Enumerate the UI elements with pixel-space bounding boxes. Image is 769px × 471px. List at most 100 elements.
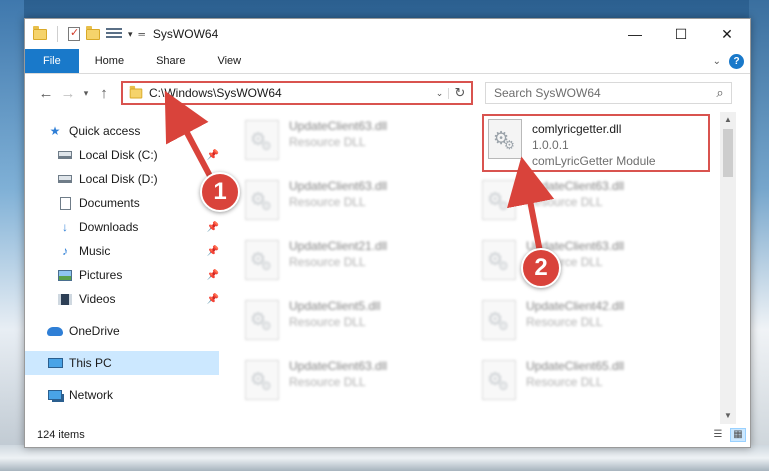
search-box[interactable]: ⌕ — [485, 82, 732, 104]
sidebar-item-music[interactable]: ♪ Music 📌 — [25, 239, 219, 263]
tab-home[interactable]: Home — [79, 49, 140, 73]
file-name: UpdateClient63.dll — [289, 359, 388, 373]
file-item[interactable]: UpdateClient63.dll Resource DLL — [245, 356, 477, 412]
scrollbar-thumb[interactable] — [723, 129, 733, 177]
file-item[interactable]: UpdateClient63.dllResource DLL — [245, 176, 477, 232]
file-type: Resource DLL — [289, 315, 366, 329]
sidebar-item-downloads[interactable]: ↓ Downloads 📌 — [25, 215, 219, 239]
file-name: UpdateClient63.dll — [289, 119, 388, 133]
file-name: UpdateClient42.dll — [526, 299, 625, 313]
item-count: 124 items — [37, 428, 85, 441]
file-version: 1.0.0.1 — [532, 138, 569, 152]
pin-icon: 📌 — [206, 149, 219, 161]
file-item[interactable]: UpdateClient5.dll Resource DLL — [245, 296, 477, 352]
help-button[interactable]: ⌄ ? — [713, 49, 744, 73]
sidebar-item-label: OneDrive — [69, 324, 120, 338]
sidebar-item-label: This PC — [69, 356, 112, 370]
search-icon[interactable]: ⌕ — [709, 85, 731, 101]
file-name: UpdateClient21.dll — [289, 239, 388, 253]
file-name: UpdateClient63.dll — [526, 179, 625, 193]
window-controls: — ☐ ✕ — [612, 19, 750, 49]
file-type: Resource DLL — [289, 375, 366, 389]
maximize-button[interactable]: ☐ — [658, 19, 704, 49]
sidebar-item-documents[interactable]: Documents 📌 — [25, 191, 219, 215]
dll-file-icon — [245, 180, 279, 220]
callout-badge-2: 2 — [521, 248, 561, 288]
sidebar-item-label: Local Disk (D:) — [79, 172, 158, 186]
file-name: UpdateClient65.dll — [526, 359, 625, 373]
file-item[interactable]: UpdateClient42.dll Resource DLL — [482, 296, 714, 352]
chevron-down-icon[interactable]: ▾ — [128, 29, 133, 40]
file-item[interactable]: UpdateClient63.dllResource DLL — [482, 176, 714, 232]
folder-icon — [129, 85, 143, 98]
properties-icon[interactable] — [68, 26, 80, 41]
close-button[interactable]: ✕ — [704, 19, 750, 49]
search-input[interactable] — [486, 86, 709, 100]
sidebar-item-local-disk-c[interactable]: Local Disk (C:) 📌 — [25, 143, 219, 167]
up-button[interactable]: ↑ — [93, 85, 115, 102]
sidebar-item-label: Pictures — [79, 268, 123, 282]
sidebar-item-videos[interactable]: Videos 📌 — [25, 287, 219, 311]
customize-toolbar-icon[interactable]: ═ — [139, 29, 145, 39]
sidebar-item-label: Quick access — [69, 124, 141, 138]
tiles-view-icon[interactable]: ▦ — [730, 427, 746, 442]
dll-file-icon — [482, 240, 516, 280]
file-type: Resource DLL — [526, 375, 603, 389]
minimize-button[interactable]: — — [612, 19, 658, 49]
title-bar: ▾ ═ SysWOW64 — ☐ ✕ — [25, 19, 750, 49]
sidebar-item-quick-access[interactable]: ★ Quick access — [25, 119, 219, 143]
sidebar-item-this-pc[interactable]: This PC — [25, 351, 219, 375]
status-bar: 124 items ☰ ▦ — [25, 422, 752, 447]
file-type: Resource DLL — [289, 195, 366, 209]
dll-file-icon — [245, 240, 279, 280]
file-item[interactable]: UpdateClient65.dll Resource DLL — [482, 356, 714, 412]
sidebar-item-local-disk-d[interactable]: Local Disk (D:) — [25, 167, 219, 191]
sidebar-item-label: Videos — [79, 292, 116, 306]
recent-locations-button[interactable]: ▾ — [79, 88, 93, 99]
folder-icon — [33, 25, 47, 40]
sidebar-item-onedrive[interactable]: OneDrive — [25, 319, 219, 343]
tab-share[interactable]: Share — [140, 49, 201, 73]
details-view-icon[interactable]: ☰ — [710, 428, 726, 442]
sidebar-item-network[interactable]: Network — [25, 383, 219, 407]
new-folder-icon[interactable] — [86, 25, 100, 40]
view-switcher: ☰ ▦ — [710, 427, 746, 442]
file-description: comLyricGetter Module — [532, 154, 656, 168]
documents-icon — [57, 196, 73, 210]
pin-icon: 📌 — [206, 269, 219, 281]
window-title: SysWOW64 — [152, 27, 219, 41]
file-item[interactable]: UpdateClient63.dllResource DLL — [482, 236, 714, 292]
sidebar-item-pictures[interactable]: Pictures 📌 — [25, 263, 219, 287]
back-button[interactable]: ← — [35, 85, 57, 102]
file-name: UpdateClient5.dll — [289, 299, 381, 313]
file-item-comlyricgetter[interactable]: comlyricgetter.dll 1.0.0.1 comLyricGette… — [482, 114, 710, 172]
address-path[interactable]: C:\Windows\SysWOW64 — [149, 86, 431, 100]
refresh-icon[interactable]: ↻ — [449, 85, 471, 101]
navigation-pane: ★ Quick access Local Disk (C:) 📌 Local D… — [25, 112, 219, 424]
dll-file-icon — [245, 360, 279, 400]
file-item[interactable]: UpdateClient63.dllResource DLL — [245, 116, 477, 172]
videos-icon — [57, 292, 73, 306]
tab-file[interactable]: File — [25, 49, 79, 73]
vertical-scrollbar[interactable]: ▲ ▼ — [720, 112, 736, 424]
sidebar-item-label: Music — [79, 244, 111, 258]
callout-badge-1: 1 — [200, 172, 240, 212]
scroll-up-icon[interactable]: ▲ — [720, 112, 736, 128]
ribbon-tabs: File Home Share View ⌄ ? — [25, 49, 750, 74]
content-area: ★ Quick access Local Disk (C:) 📌 Local D… — [25, 112, 752, 424]
file-item[interactable]: UpdateClient21.dll Resource DLL — [245, 236, 477, 292]
tab-view[interactable]: View — [201, 49, 257, 73]
forward-button[interactable]: → — [57, 85, 79, 102]
address-dropdown-icon[interactable]: ⌄ — [431, 87, 449, 99]
sidebar-item-label: Documents — [79, 196, 140, 210]
address-bar[interactable]: C:\Windows\SysWOW64 ⌄ ↻ — [121, 81, 473, 105]
desktop-background-bottom — [0, 445, 769, 471]
sidebar-item-label: Network — [69, 388, 114, 402]
expand-ribbon-icon[interactable]: ⌄ — [713, 56, 721, 67]
dll-file-icon — [482, 360, 516, 400]
quick-access-toolbar: ▾ ═ — [25, 25, 145, 42]
dll-file-icon — [245, 120, 279, 160]
pin-icon: 📌 — [206, 293, 219, 305]
view-options-icon[interactable] — [106, 28, 122, 40]
sidebar-item-label: Local Disk (C:) — [79, 148, 158, 162]
